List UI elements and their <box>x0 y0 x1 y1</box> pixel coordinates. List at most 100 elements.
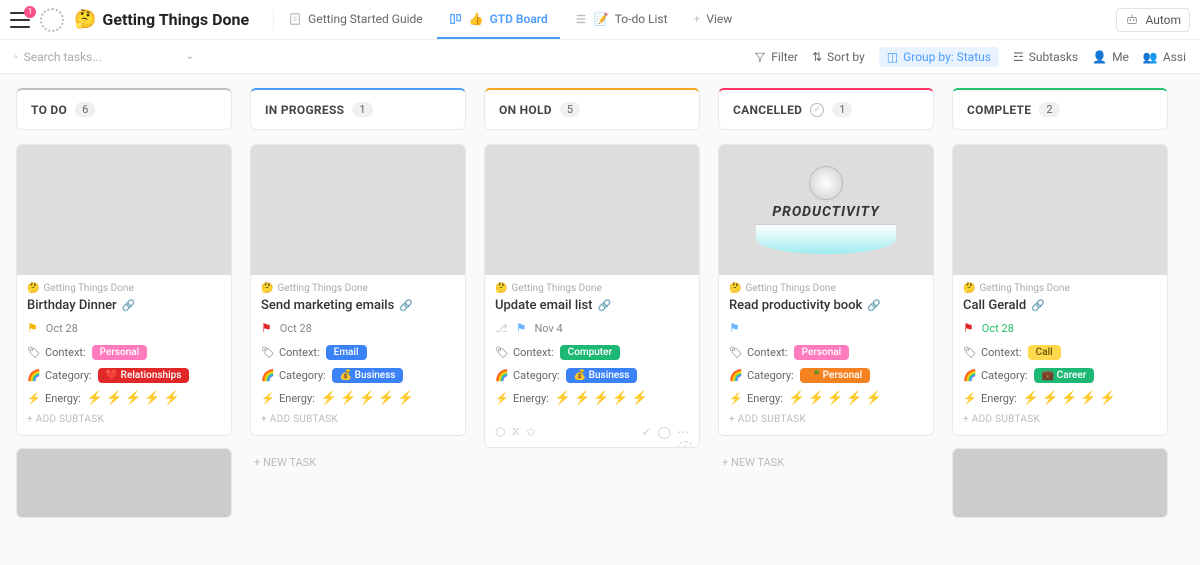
category-tag[interactable]: 💰 Business <box>332 368 404 383</box>
person-icon: 👤 <box>1092 50 1107 64</box>
column-todo: TO DO 6 🤔Getting Things Done Birthday Di… <box>16 88 232 551</box>
more-icon[interactable]: ⋯ <box>677 425 689 439</box>
context-tag[interactable]: Email <box>326 345 367 360</box>
energy-level[interactable]: ⚡⚡⚡⚡⚡ <box>1023 391 1116 406</box>
star-outline-icon[interactable]: ✩ <box>526 425 536 439</box>
plus-icon: + <box>694 12 701 26</box>
card-date[interactable]: Oct 28 <box>982 322 1014 335</box>
category-tag[interactable]: 💰 Business <box>566 368 638 383</box>
count-badge: 1 <box>352 102 372 117</box>
menu-button[interactable]: 1 <box>10 12 30 28</box>
tag-outline-icon[interactable]: ⬡ <box>495 425 505 439</box>
doc-icon <box>288 12 302 26</box>
tab-todo-list[interactable]: 📝 To-do List <box>562 0 680 39</box>
column-complete: COMPLETE 2 🤔Getting Things Done Call Ger… <box>952 88 1168 551</box>
column-header[interactable]: IN PROGRESS 1 <box>250 88 466 130</box>
people-icon: 👥 <box>1143 50 1158 64</box>
me-button[interactable]: 👤 Me <box>1092 50 1129 64</box>
add-subtask-button[interactable]: ADD SUBTASK <box>963 414 1157 425</box>
add-subtask-button[interactable]: ADD SUBTASK <box>261 414 455 425</box>
energy-level[interactable]: ⚡⚡⚡⚡⚡ <box>789 391 882 406</box>
card-peek[interactable] <box>952 448 1168 518</box>
chevron-down-icon[interactable]: ⌄ <box>186 51 194 62</box>
card-title[interactable]: Call Gerald🔗 <box>963 298 1157 313</box>
link-icon: 🔗 <box>122 299 136 312</box>
card-hover-actions: + <box>677 441 693 448</box>
card-title[interactable]: Birthday Dinner🔗 <box>27 298 221 313</box>
category-tag[interactable]: ❤️ Relationships <box>98 368 190 383</box>
context-tag[interactable]: Personal <box>794 345 850 360</box>
filter-icon <box>754 51 766 63</box>
tab-add-view[interactable]: + View <box>682 0 745 39</box>
tab-getting-started[interactable]: Getting Started Guide <box>276 0 434 39</box>
card-date[interactable]: Nov 4 <box>534 322 562 335</box>
link-icon: 🔗 <box>597 299 611 312</box>
category-tag[interactable]: 💼 Career <box>1034 368 1095 383</box>
field-context: 🏷Context:Personal <box>27 345 221 360</box>
tab-label: View <box>706 12 732 26</box>
card-breadcrumb: 🤔Getting Things Done <box>27 283 221 294</box>
top-bar: 1 🤔 Getting Things Done Getting Started … <box>0 0 1200 40</box>
kanban-board: TO DO 6 🤔Getting Things Done Birthday Di… <box>0 74 1200 565</box>
column-header[interactable]: ON HOLD 5 <box>484 88 700 130</box>
hourglass-icon[interactable]: ⧖ <box>511 424 519 439</box>
search-icon <box>14 51 18 63</box>
energy-level[interactable]: ⚡⚡⚡⚡⚡ <box>87 391 180 406</box>
circle-icon[interactable]: ◯ <box>658 425 671 439</box>
new-task-button[interactable]: NEW TASK <box>250 448 466 477</box>
card-send-marketing-emails[interactable]: 🤔Getting Things Done Send marketing emai… <box>250 144 466 436</box>
card-cover <box>17 145 231 275</box>
sort-icon: ⇅ <box>812 50 822 64</box>
context-tag[interactable]: Personal <box>92 345 148 360</box>
search-input[interactable] <box>24 50 180 64</box>
card-call-gerald[interactable]: 🤔Getting Things Done Call Gerald🔗 ⚑Oct 2… <box>952 144 1168 436</box>
count-badge: 2 <box>1039 102 1059 117</box>
new-task-button[interactable]: NEW TASK <box>718 448 934 477</box>
flag-icon[interactable]: ⚑ <box>963 321 974 335</box>
flag-icon[interactable]: ⚑ <box>516 321 527 335</box>
energy-level[interactable]: ⚡⚡⚡⚡⚡ <box>555 391 648 406</box>
add-subtask-button[interactable]: ADD SUBTASK <box>27 414 221 425</box>
tab-gtd-board[interactable]: 👍 GTD Board <box>437 0 560 39</box>
energy-level[interactable]: ⚡⚡⚡⚡⚡ <box>321 391 414 406</box>
card-date[interactable]: Oct 28 <box>280 322 312 335</box>
card-peek[interactable] <box>16 448 232 518</box>
card-read-productivity-book[interactable]: PRODUCTIVITY 🤔Getting Things Done Read p… <box>718 144 934 436</box>
card-title[interactable]: Send marketing emails🔗 <box>261 298 455 313</box>
page-title[interactable]: Getting Things Done <box>102 10 249 29</box>
automations-button[interactable]: Autom <box>1116 8 1190 32</box>
count-badge: 6 <box>75 102 95 117</box>
toolbar: ⌄ Filter ⇅ Sort by ◫ Group by: Status ☲ … <box>0 40 1200 74</box>
search-box[interactable]: ⌄ <box>14 50 194 64</box>
robot-icon <box>1125 13 1139 27</box>
count-badge: 1 <box>832 102 852 117</box>
subtasks-button[interactable]: ☲ Subtasks <box>1013 50 1078 64</box>
card-title[interactable]: Update email list🔗 <box>495 298 689 313</box>
column-on-hold: ON HOLD 5 + 🤔Getting Things Done Update … <box>484 88 700 551</box>
filter-button[interactable]: Filter <box>754 50 798 64</box>
page-emoji: 🤔 <box>74 9 96 30</box>
category-tag[interactable]: 🥕 Personal <box>800 368 871 383</box>
column-header[interactable]: COMPLETE 2 <box>952 88 1168 130</box>
assign-icon[interactable]: + <box>677 441 693 448</box>
column-header[interactable]: CANCELLED ✓ 1 <box>718 88 934 130</box>
card-birthday-dinner[interactable]: 🤔Getting Things Done Birthday Dinner🔗 ⚑ … <box>16 144 232 436</box>
add-subtask-button[interactable]: ADD SUBTASK <box>729 414 923 425</box>
group-by-button[interactable]: ◫ Group by: Status <box>879 47 999 67</box>
context-tag[interactable]: Computer <box>560 345 620 360</box>
check-icon[interactable]: ✓ <box>642 425 652 439</box>
flag-icon[interactable]: ⚑ <box>27 321 38 335</box>
flag-icon[interactable]: ⚑ <box>261 321 272 335</box>
assignees-button[interactable]: 👥 Assi <box>1143 50 1186 64</box>
check-circle-icon: ✓ <box>810 103 824 117</box>
bolt-icon: ⚡ <box>27 392 39 405</box>
sort-button[interactable]: ⇅ Sort by <box>812 50 865 64</box>
column-header[interactable]: TO DO 6 <box>16 88 232 130</box>
flag-icon[interactable]: ⚑ <box>729 321 740 335</box>
card-update-email-list[interactable]: + 🤔Getting Things Done Update email list… <box>484 144 700 448</box>
card-date[interactable]: Oct 28 <box>46 322 78 335</box>
card-title[interactable]: Read productivity book🔗 <box>729 298 923 313</box>
context-tag[interactable]: Call <box>1028 345 1061 360</box>
branch-icon[interactable]: ⎇ <box>495 322 508 335</box>
card-footer: ⬡ ⧖ ✩ ✓ ◯ ⋯ <box>485 424 699 447</box>
